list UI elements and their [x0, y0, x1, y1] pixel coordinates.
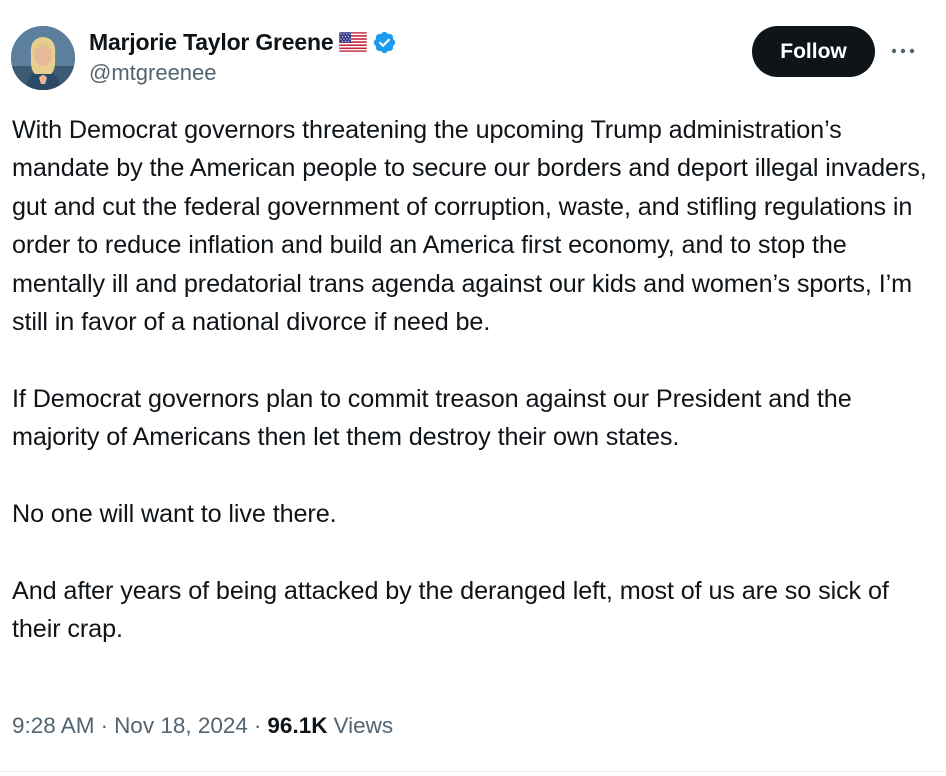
more-options-button[interactable]	[888, 38, 918, 64]
views-count[interactable]: 96.1K	[267, 713, 327, 739]
views-label[interactable]: Views	[333, 713, 393, 739]
more-horizontal-icon	[891, 48, 915, 54]
tweet-card: Marjorie Taylor Greene @mtgreenee Follow…	[0, 0, 946, 776]
follow-button[interactable]: Follow	[752, 26, 875, 77]
author-name-row[interactable]: Marjorie Taylor Greene	[89, 27, 397, 57]
tweet-paragraph: With Democrat governors threatening the …	[12, 116, 927, 337]
tweet-paragraph: And after years of being attacked by the…	[12, 576, 889, 644]
avatar-image	[11, 26, 75, 90]
tweet-paragraph: If Democrat governors plan to commit tre…	[12, 384, 852, 452]
author-display-name[interactable]: Marjorie Taylor Greene	[89, 29, 334, 56]
tweet-date[interactable]: Nov 18, 2024	[114, 713, 248, 739]
tweet-time[interactable]: 9:28 AM	[12, 713, 95, 739]
divider	[0, 771, 946, 772]
us-flag-icon	[339, 31, 368, 53]
tweet-text: With Democrat governors threatening the …	[12, 111, 932, 649]
meta-separator: ·	[253, 713, 262, 738]
author-handle[interactable]: @mtgreenee	[89, 60, 217, 86]
tweet-paragraph: No one will want to live there.	[12, 500, 337, 529]
tweet-meta: 9:28 AM · Nov 18, 2024 · 96.1K Views	[12, 713, 393, 739]
avatar[interactable]	[11, 26, 75, 90]
verified-badge-icon[interactable]	[372, 30, 397, 55]
meta-separator: ·	[100, 713, 109, 738]
